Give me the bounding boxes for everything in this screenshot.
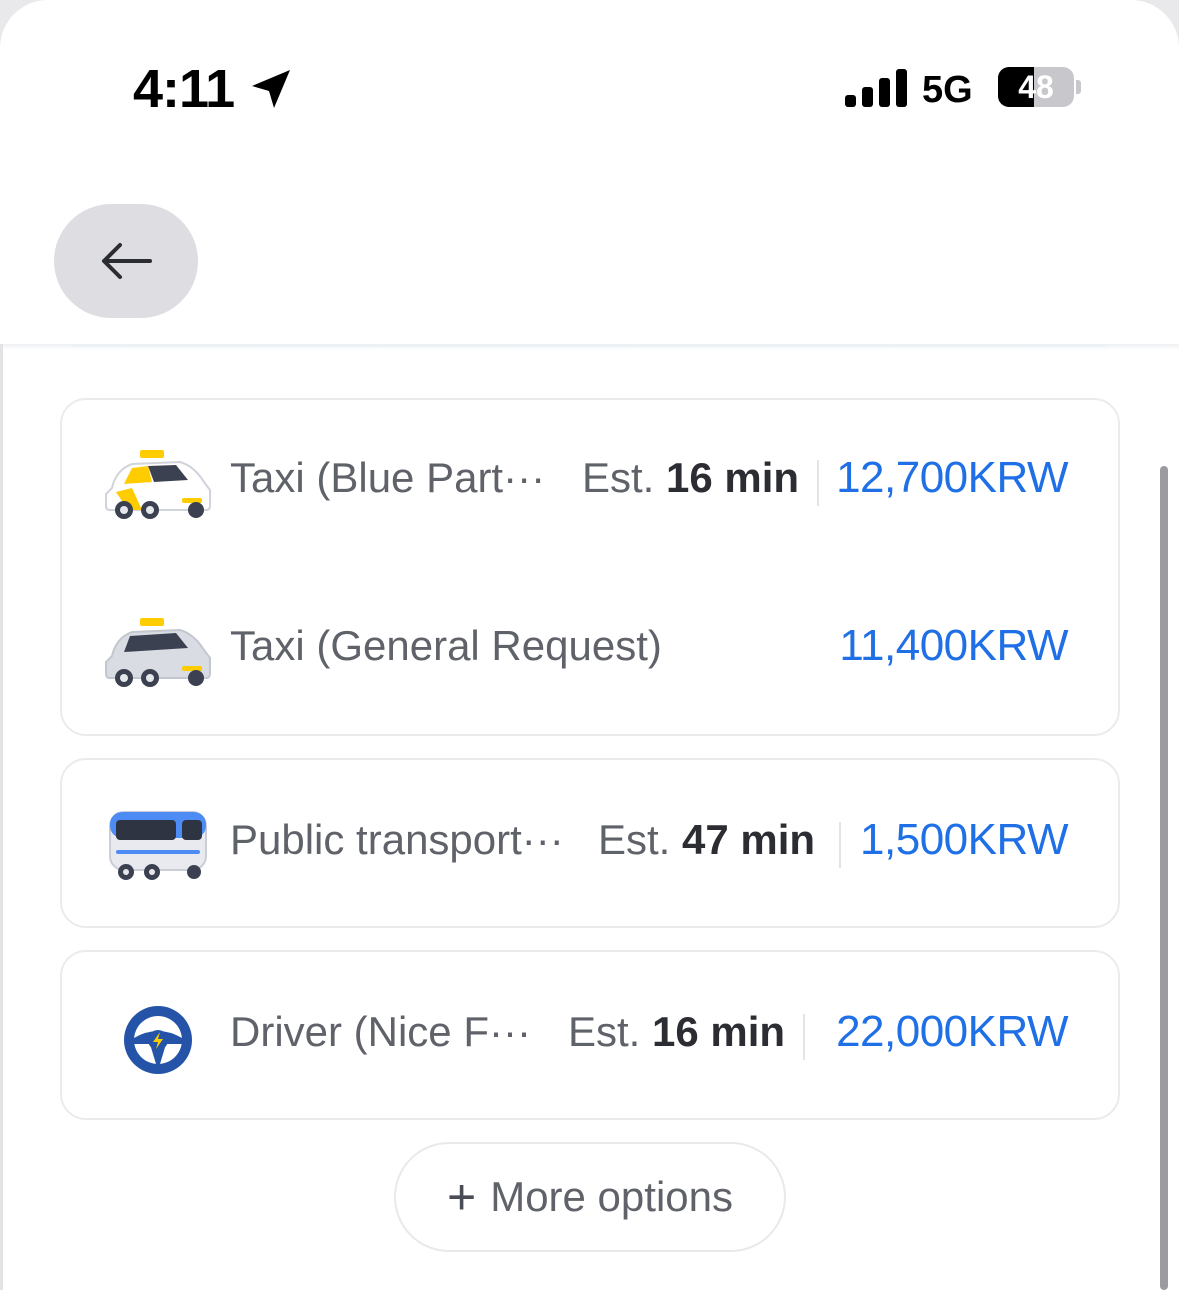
panel-left-edge [0, 344, 3, 1290]
status-time: 4:11 [133, 59, 235, 119]
separator [817, 460, 819, 506]
option-price: 1,500KRW [860, 815, 1068, 864]
option-name: Taxi (General Request) [230, 622, 662, 669]
separator [803, 1014, 805, 1060]
battery-tip [1076, 80, 1081, 94]
separator [839, 822, 841, 868]
taxi-options-card: Taxi (Blue Part··· Est. 16 min 12,700KRW… [60, 398, 1120, 736]
bus-icon [109, 811, 207, 880]
back-button[interactable] [54, 204, 198, 318]
arrow-left-icon [102, 243, 152, 279]
taxi-general-icon [105, 618, 211, 687]
eta-prefix: Est. [582, 454, 655, 501]
option-price: 12,700KRW [836, 453, 1068, 502]
plus-icon: + [447, 1169, 477, 1225]
option-row-taxi-blue[interactable]: Taxi (Blue Part··· Est. 16 min 12,700KRW [62, 420, 1118, 540]
eta-value: 16 min [652, 1008, 786, 1055]
divider [72, 345, 1106, 347]
more-options-label: More options [490, 1173, 733, 1220]
location-arrow-icon [252, 70, 290, 108]
battery-icon: 48 [998, 67, 1074, 107]
eta-prefix: Est. [598, 816, 671, 863]
option-row-public-transport[interactable]: Public transport··· Est. 47 min 1,500KRW [62, 782, 1118, 902]
option-name: Taxi (Blue Part··· [230, 454, 546, 501]
option-name: Driver (Nice F··· [230, 1008, 531, 1055]
option-name: Public transport··· [230, 816, 564, 863]
driver-card: Driver (Nice F··· Est. 16 min 22,000KRW [60, 950, 1120, 1120]
taxi-blue-icon [105, 450, 211, 519]
eta-value: 47 min [682, 816, 816, 863]
option-row-driver[interactable]: Driver (Nice F··· Est. 16 min 22,000KRW [62, 974, 1118, 1094]
option-eta: Est. 16 min [582, 452, 799, 504]
steering-wheel-icon [124, 1006, 192, 1074]
status-bar: 4:11 5G 48 [0, 0, 1179, 150]
scrollbar[interactable] [1160, 466, 1168, 1290]
public-transport-card: Public transport··· Est. 47 min 1,500KRW [60, 758, 1120, 928]
option-eta: Est. 16 min [568, 1006, 785, 1058]
option-row-taxi-general[interactable]: Taxi (General Request) 11,400KRW [62, 588, 1118, 708]
app-screen: 4:11 5G 48 Taxi (Blue Part··· Est. 16 mi… [0, 0, 1179, 1290]
option-price: 22,000KRW [836, 1007, 1068, 1056]
option-price: 11,400KRW [839, 621, 1068, 670]
cellular-signal-icon [845, 69, 907, 107]
network-type: 5G [922, 69, 973, 111]
option-eta: Est. 47 min [598, 814, 815, 866]
more-options-button[interactable]: + More options [394, 1142, 786, 1252]
eta-value: 16 min [666, 454, 800, 501]
eta-prefix: Est. [568, 1008, 641, 1055]
battery-level: 48 [1018, 69, 1054, 105]
